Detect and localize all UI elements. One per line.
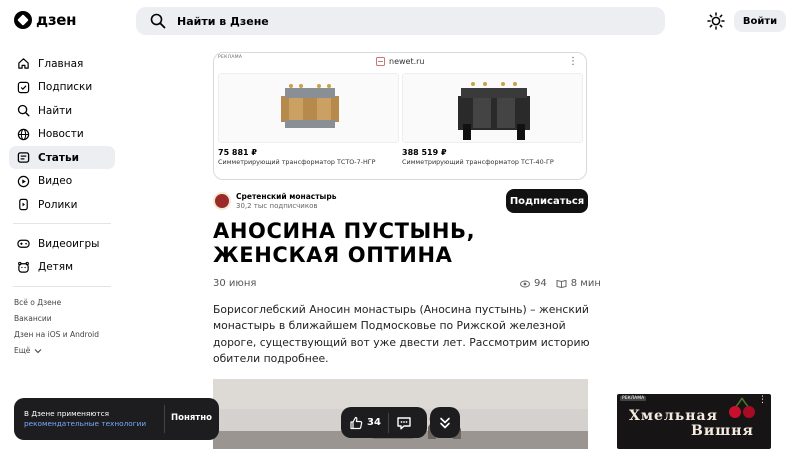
ad-domain-text: newet.ru	[389, 57, 425, 66]
articles-icon	[17, 152, 30, 163]
eye-icon	[520, 280, 530, 287]
home-icon	[18, 58, 29, 69]
views-count: 94	[534, 278, 547, 289]
footer-link-more[interactable]: Ещё	[14, 343, 115, 359]
search-placeholder: Найти в Дзене	[177, 14, 269, 28]
kids-icon	[18, 261, 29, 273]
subscribe-button[interactable]: Подписаться	[506, 189, 588, 213]
more-vertical-icon[interactable]: ⋮	[568, 56, 578, 67]
sidebar-item-video[interactable]: Видео	[9, 170, 115, 193]
footer-link-apps[interactable]: Дзен на iOS и Android	[14, 327, 115, 343]
cookie-text: В Дзене применяются рекомендательные тех…	[24, 409, 146, 429]
ad-label: РЕКЛАМА	[218, 55, 243, 60]
more-label: Ещё	[14, 346, 31, 355]
search-input[interactable]: Найти в Дзене	[136, 7, 665, 35]
logo-text: дзен	[36, 11, 77, 29]
side-ad-title-line2: Вишня	[691, 423, 754, 439]
site-favicon-icon	[376, 57, 385, 66]
side-ad-title-line1: Хмельная	[629, 408, 718, 424]
search-icon	[17, 104, 30, 117]
footer-link-about[interactable]: Всё о Дзене	[14, 295, 115, 311]
cookie-accept-button[interactable]: Понятно	[171, 413, 212, 423]
side-ad-label: РЕКЛАМА	[620, 396, 647, 401]
ad-price: 388 519 ₽	[402, 148, 447, 157]
article-stats: 94 8 мин	[520, 278, 601, 289]
ad-domain[interactable]: newet.ru	[376, 57, 425, 66]
comment-icon[interactable]	[396, 415, 412, 431]
ad-card[interactable]: РЕКЛАМА newet.ru ⋮ 75 881 ₽ Симметрирующ…	[213, 52, 587, 180]
channel-avatar[interactable]	[213, 192, 231, 210]
channel-subscribers: 30,2 тыс подписчиков	[236, 202, 318, 210]
sidebar-item-label: Найти	[38, 104, 73, 117]
double-chevron-down-icon	[440, 417, 450, 428]
recommendation-tech-link[interactable]: рекомендательные технологии	[24, 419, 146, 428]
ad-description[interactable]: Симметрирующий трансформатор ТСТО-7-НГР	[218, 158, 376, 166]
cherry-icon	[729, 397, 755, 418]
ad-product-image[interactable]	[402, 73, 583, 143]
ad-product-image[interactable]	[218, 73, 399, 143]
sidebar-footer: Всё о Дзене Вакансии Дзен на iOS и Andro…	[9, 295, 115, 359]
transformer-image	[403, 74, 582, 142]
cookie-banner: В Дзене применяются рекомендательные тех…	[14, 398, 219, 440]
chevron-down-icon	[35, 348, 42, 353]
sidebar-item-videogames[interactable]: Видеоигры	[9, 232, 115, 255]
likes-count: 34	[367, 417, 381, 428]
sidebar-divider	[13, 223, 111, 224]
sidebar-item-label: Новости	[38, 128, 84, 140]
news-icon	[17, 128, 30, 140]
sidebar-item-subscriptions[interactable]: Подписки	[9, 76, 115, 99]
thumbs-up-icon	[350, 416, 363, 429]
transformer-image	[219, 74, 398, 142]
gamepad-icon	[17, 239, 30, 248]
sidebar-item-home[interactable]: Главная	[9, 52, 115, 75]
sun-icon[interactable]	[707, 12, 725, 30]
sidebar-divider	[13, 285, 111, 287]
sidebar-item-label: Главная	[38, 57, 84, 70]
like-button[interactable]: 34	[341, 416, 381, 430]
read-time: 8 мин	[570, 278, 601, 289]
article-date: 30 июня	[213, 278, 257, 289]
sidebar-item-label: Видео	[38, 175, 73, 187]
footer-link-vacancies[interactable]: Вакансии	[14, 311, 115, 327]
sidebar-item-shorts[interactable]: Ролики	[9, 193, 115, 216]
sidebar: Главная Подписки Найти Новости Статьи Ви…	[9, 52, 115, 359]
side-ad-banner[interactable]: РЕКЛАМА ⋮ Хмельная Вишня	[617, 394, 771, 449]
reaction-divider	[387, 412, 389, 433]
channel-name[interactable]: Сретенский монастырь	[236, 192, 336, 201]
sidebar-item-label: Видеоигры	[38, 237, 100, 250]
cookie-divider	[164, 405, 165, 433]
search-icon	[150, 13, 166, 29]
reaction-bar: 34	[341, 407, 427, 438]
scroll-down-button[interactable]	[430, 407, 460, 438]
sidebar-item-find[interactable]: Найти	[9, 99, 115, 122]
sidebar-item-kids[interactable]: Детям	[9, 256, 115, 279]
ad-price: 75 881 ₽	[218, 148, 257, 157]
dzen-logo-icon	[14, 11, 32, 29]
sidebar-item-articles[interactable]: Статьи	[9, 146, 115, 169]
book-icon	[556, 279, 567, 288]
dzen-logo[interactable]: дзен	[14, 11, 76, 29]
more-vertical-icon[interactable]: ⋮	[758, 395, 767, 405]
video-icon	[17, 175, 30, 187]
shorts-icon	[19, 198, 28, 211]
login-button[interactable]: Войти	[734, 10, 786, 32]
sidebar-item-news[interactable]: Новости	[9, 123, 115, 146]
cookie-message: В Дзене применяются	[24, 409, 110, 418]
sidebar-item-label: Детям	[38, 261, 74, 273]
sidebar-item-label: Подписки	[38, 81, 93, 93]
ad-description[interactable]: Симметрирующий трансформатор ТСТ-40-ГР	[402, 158, 554, 166]
subscriptions-icon	[17, 81, 30, 93]
article-title: АНОСИНА ПУСТЫНЬ, ЖЕНСКАЯ ОПТИНА	[213, 219, 476, 267]
article-body: Борисоглебский Аносин монастырь (Аносина…	[213, 303, 590, 365]
sidebar-item-label: Статьи	[38, 151, 79, 164]
sidebar-item-label: Ролики	[38, 198, 78, 211]
